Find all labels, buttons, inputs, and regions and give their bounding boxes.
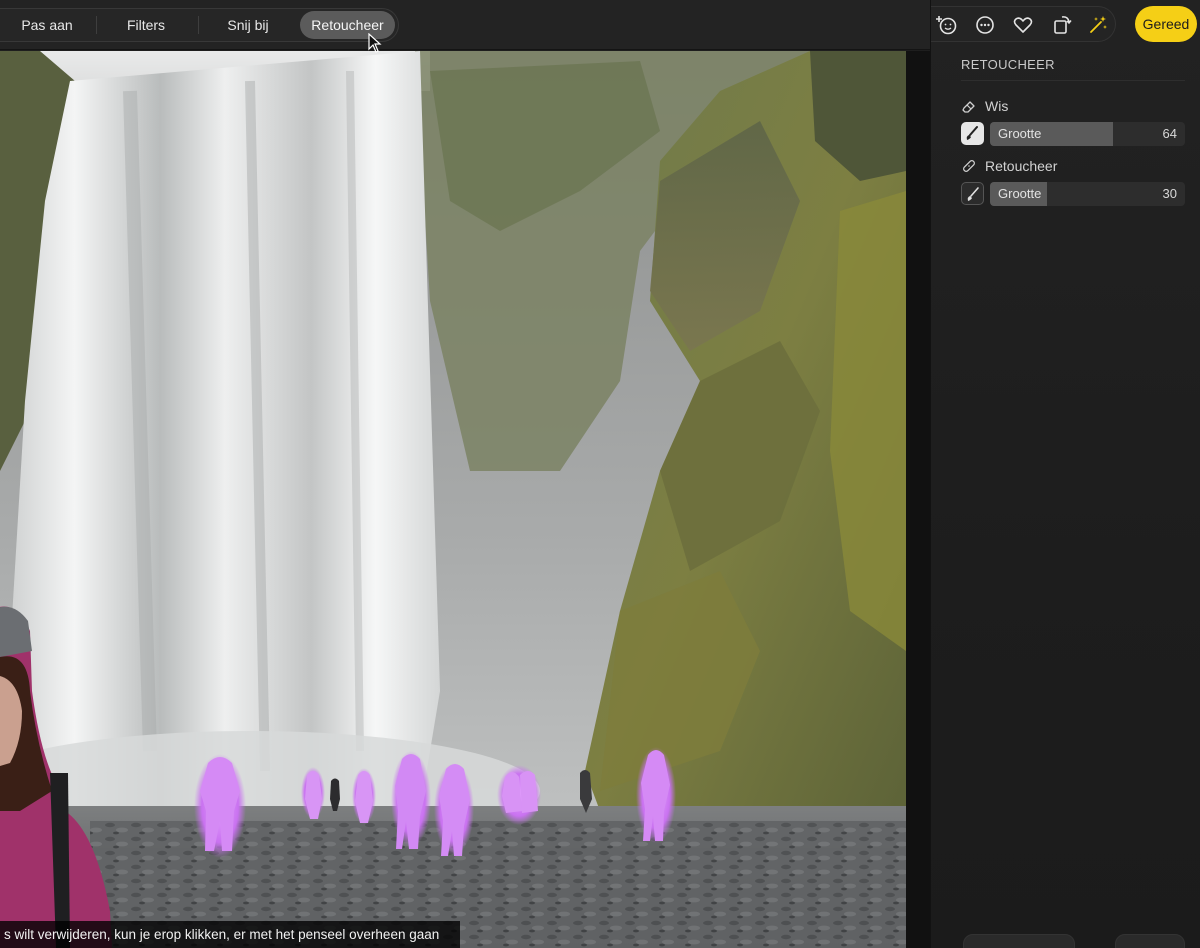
bottom-control[interactable] (963, 934, 1075, 948)
mouse-cursor-icon (368, 33, 382, 53)
action-icon-group (931, 6, 1116, 42)
magic-wand-icon[interactable] (1086, 13, 1110, 37)
erase-tool-label: Wis (985, 98, 1009, 114)
retouch-tool-label: Retoucheer (985, 158, 1058, 174)
tab-adjust[interactable]: Pas aan (10, 11, 84, 39)
rotate-icon[interactable] (1050, 13, 1074, 37)
panel-title: RETOUCHEER (961, 57, 1055, 72)
waterfall-photo (0, 51, 906, 948)
done-button[interactable]: Gereed (1135, 6, 1197, 42)
tab-separator (198, 16, 199, 34)
more-icon[interactable] (973, 13, 997, 37)
brush-icon (966, 126, 978, 140)
slider-label: Grootte (998, 186, 1042, 201)
retouch-brush-button[interactable] (961, 182, 984, 205)
action-bar: Gereed (931, 0, 1200, 50)
bandage-icon (961, 158, 977, 174)
canvas-gutter (906, 51, 930, 948)
top-toolbar: Pas aan Filters Snij bij Retoucheer (0, 0, 930, 50)
slider-value: 30 (1162, 186, 1177, 201)
eraser-icon (961, 98, 977, 114)
heart-icon[interactable] (1011, 13, 1035, 37)
tab-filters[interactable]: Filters (110, 11, 182, 39)
photo-canvas[interactable] (0, 51, 906, 948)
erase-size-slider[interactable]: Grootte 64 (990, 122, 1185, 146)
adjustment-panel: Gereed RETOUCHEER Wis Grootte 64 Retouch… (930, 0, 1200, 948)
divider (961, 80, 1185, 81)
edit-mode-tabs: Pas aan Filters Snij bij Retoucheer (0, 8, 399, 42)
subtitle-caption: s wilt verwijderen, kun je erop klikken,… (0, 921, 460, 948)
retouch-size-slider[interactable]: Grootte 30 (990, 182, 1185, 206)
brush-icon (967, 187, 979, 201)
bottom-control[interactable] (1115, 934, 1185, 948)
slider-value: 64 (1162, 126, 1177, 141)
retouch-tool-header[interactable]: Retoucheer (961, 156, 1057, 176)
tab-crop[interactable]: Snij bij (212, 11, 284, 39)
face-add-icon[interactable] (935, 13, 959, 37)
slider-label: Grootte (998, 126, 1042, 141)
tab-separator (96, 16, 97, 34)
erase-brush-button[interactable] (961, 122, 984, 145)
erase-tool-header[interactable]: Wis (961, 96, 1008, 116)
